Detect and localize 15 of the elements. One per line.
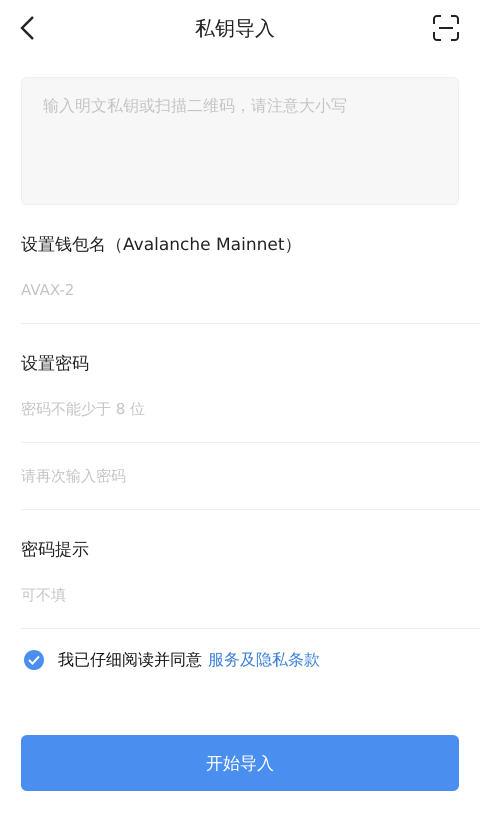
section-label: 密码提示 [21,539,90,562]
section-label: 设置钱包名（Avalanche Mainnet） [21,234,302,257]
scan-icon [432,15,460,41]
agreement-text: 我已仔细阅读并同意 [58,650,202,670]
page-title: 私钥导入 [195,14,275,42]
start-import-button[interactable]: 开始导入 [21,735,459,791]
terms-link[interactable]: 服务及隐私条款 [208,650,320,670]
check-icon [28,655,40,665]
input-field[interactable]: 密码不能少于 8 位 [21,376,480,443]
input-field[interactable]: AVAX-2 [21,257,480,324]
scan-button[interactable] [430,13,462,43]
input-field[interactable]: 可不填 [21,562,480,629]
agree-checkbox[interactable] [24,650,44,670]
input-field[interactable]: 请再次输入密码 [21,443,480,510]
section-label: 设置密码 [21,353,90,376]
